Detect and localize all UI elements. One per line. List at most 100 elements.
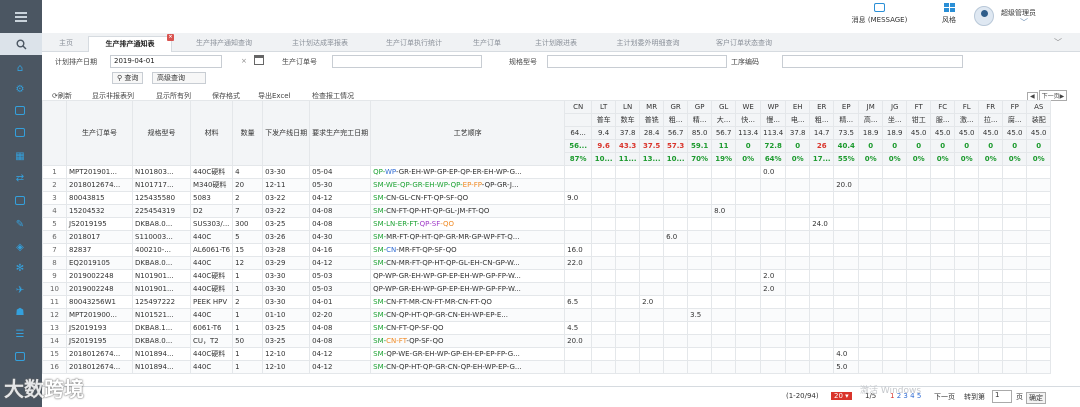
query-button[interactable]: ⚲ 查询 (112, 72, 144, 84)
tools-icon[interactable]: ✈ (13, 284, 27, 297)
station-value-cell (930, 230, 956, 244)
calendar-icon[interactable] (254, 55, 264, 65)
station-value-cell (809, 243, 835, 257)
folder-icon[interactable] (13, 104, 27, 117)
tab-notice-query[interactable]: 生产排产通知查询 (178, 36, 270, 52)
table-row[interactable]: 13 JS2019193 DKBA8.1... 6061-T6 1 03-25 04-08 S… (42, 321, 1052, 335)
station-value-cell (882, 243, 908, 257)
station-value-cell (615, 243, 641, 257)
tab-outsource-query[interactable]: 主计划委外明细查询 (598, 36, 698, 52)
station-value-cell (663, 282, 689, 296)
station-value-cell (735, 217, 762, 231)
confirm-jump-button[interactable]: 确定 (1026, 392, 1046, 404)
station-value-cell (954, 230, 980, 244)
process-input[interactable] (782, 55, 963, 68)
report-icon[interactable] (13, 126, 27, 139)
chart-icon[interactable] (13, 194, 27, 207)
material-cell: 440C (189, 308, 234, 322)
spec-input[interactable] (547, 55, 727, 68)
close-tab-icon[interactable]: × (167, 34, 174, 41)
order-cell: 2019002248 (66, 269, 133, 283)
advanced-query-button[interactable]: 高级查询 (152, 72, 206, 84)
next-page-link[interactable]: 下一页 (934, 392, 955, 402)
station-code-header: WE (735, 100, 762, 114)
list-icon[interactable]: ☰ (13, 328, 27, 341)
date-input[interactable]: 2019-04-01 (110, 55, 222, 68)
table-row[interactable]: 7 82837 400210-... AL6061-T6 15 03-28 04-16 SM-… (42, 243, 1052, 257)
network-icon[interactable]: ✻ (13, 262, 27, 275)
station-value-cell (1026, 334, 1052, 348)
table-row[interactable]: 9 2019002248 N101901... 440C硬料 1 03-30 05-03 QP… (42, 269, 1052, 283)
jump-label: 转到第 (964, 393, 985, 401)
table-row[interactable]: 8 EQ2019105 DKBA8.0... 440C 12 03-29 04-12 SM-C… (42, 256, 1052, 270)
table-row[interactable]: 5 JS2019195 DKBA8.0... SUS303/... 300 03-25 04… (42, 217, 1052, 231)
settings-icon[interactable]: ⚙ (13, 83, 27, 96)
material-cell: 5083 (189, 191, 234, 205)
style-button[interactable]: 风格 (934, 3, 964, 25)
material-header: 材料 (189, 100, 234, 166)
table-row[interactable]: 15 2018012674... N101894... 440C硬料 1 12-10 04-… (42, 347, 1052, 361)
edit-icon[interactable]: ✎ (13, 218, 27, 231)
table-row[interactable]: 16 2018012674... N101894... 440C 1 12-10 04-12… (42, 360, 1052, 374)
table-row[interactable]: 10 2019002248 N101901... 440C硬料 1 03-30 05-03 Q… (42, 282, 1052, 296)
tab-customer-order-status[interactable]: 客户订单状态查询 (698, 36, 790, 52)
station-value-cell (564, 204, 593, 218)
station-value-cell (906, 243, 932, 257)
station-value-cell (882, 217, 908, 231)
process-segment: SM- (373, 207, 387, 215)
station-value-cell (1002, 295, 1028, 309)
grid-icon[interactable]: ▦ (13, 150, 27, 163)
tab-home[interactable]: 主页 (48, 36, 84, 52)
search-icon[interactable] (0, 33, 42, 55)
station-value-cell (906, 308, 932, 322)
station-value-cell: 6.0 (663, 230, 689, 244)
table-row[interactable]: 6 2018017 S110003... 440C 5 03-26 04-30 SM-MR-F… (42, 230, 1052, 244)
clear-icon[interactable]: × (241, 57, 247, 65)
station-value-cell (833, 191, 860, 205)
station-value-cell (663, 269, 689, 283)
tabs-more-icon[interactable]: ﹀ (1054, 37, 1062, 48)
required-date-cell: 04-12 (309, 191, 372, 205)
process-segment: CN-QP-HT-QP-GR-CN-QP-EH-WP-EP-G... (386, 363, 522, 371)
cube-icon[interactable]: ◈ (13, 241, 27, 254)
process-cell: SM-CN-FT-MR-CN-FT-MR-CN-FT-QO (370, 295, 566, 309)
process-cell: QP-WP-GR-EH-WP-GP-EP-EH-WP-GP-FP-W... (370, 269, 566, 283)
home-icon[interactable]: ⌂ (13, 62, 27, 75)
tab-order-stats[interactable]: 生产订单执行统计 (368, 36, 460, 52)
station-value-cell (1026, 321, 1052, 335)
station-value-cell (639, 230, 665, 244)
table-row[interactable]: 14 JS2019195 DKBA8.0... CU，T2 50 03-25 04-08 SM… (42, 334, 1052, 348)
table-row[interactable]: 4 15204532 225454319 D2 7 03-22 04-08 SM-CN-FT-… (42, 204, 1052, 218)
station-value-cell (760, 347, 787, 361)
tab-production-notice[interactable]: 生产排产通知表 × (88, 34, 174, 52)
process-segment: SM- (373, 298, 387, 306)
station-value-cell (639, 217, 665, 231)
order-input[interactable] (332, 55, 482, 68)
document-icon[interactable] (13, 350, 27, 363)
tab-plan-followup[interactable]: 主计划跟进表 (516, 36, 596, 52)
process-segment: SM- (373, 311, 387, 319)
page-size-select[interactable]: 20 ▾ (831, 392, 852, 400)
table-row[interactable]: 3 80043815 125435580 5083 2 03-22 04-12 SM-CN-G… (42, 191, 1052, 205)
tab-production-order[interactable]: 生产订单 (462, 36, 512, 52)
process-segment: QP-WP-GR-EH-WP-GP-EP-EH-WP-GP-FP-W... (373, 285, 521, 293)
station-value-cell (809, 269, 835, 283)
required-date-cell: 05-04 (309, 165, 372, 179)
table-row[interactable]: 12 MPT201900... N101521... 440C 1 01-10 02-20 S… (42, 308, 1052, 322)
table-row[interactable]: 2 2018012674... N101717... M340硬料 20 12-11 05-… (42, 178, 1052, 192)
spec-label: 规格型号 (509, 58, 537, 66)
user-menu[interactable]: 超级管理员 ﹀ (972, 2, 1072, 32)
table-row[interactable]: 11 80043256W1 125497222 PEEK HPV 2 03-30 04-01… (42, 295, 1052, 309)
menu-toggle-icon[interactable] (0, 0, 42, 33)
table-row[interactable]: 1 MPT201901... N101803... 440C硬料 4 03-30 05-04… (42, 165, 1052, 179)
row-number: 15 (42, 347, 67, 361)
jump-page-input[interactable]: 1 (992, 390, 1012, 403)
tab-plan-rate-report[interactable]: 主计划达成率报表 (272, 36, 368, 52)
process-segment: -QP-SF-QO (406, 337, 444, 345)
station-value-cell (591, 191, 617, 205)
process-segment: -QP-GR-J... (481, 181, 519, 189)
row-number: 12 (42, 308, 67, 322)
message-button[interactable]: 消息 (MESSAGE) (842, 3, 917, 25)
transfer-icon[interactable]: ⇄ (13, 172, 27, 185)
people-icon[interactable]: ☗ (13, 306, 27, 319)
